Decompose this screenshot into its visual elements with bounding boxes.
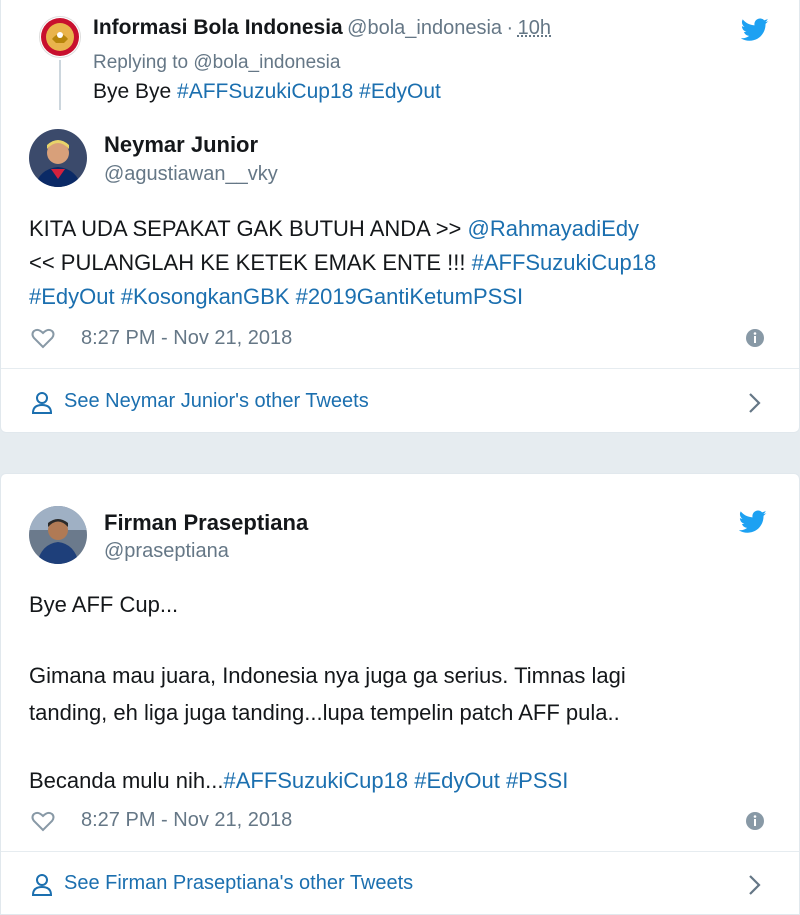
tweet-text: KITA UDA SEPAKAT GAK BUTUH ANDA >> @Rahm… (29, 212, 656, 314)
divider (1, 851, 799, 852)
mention-link[interactable]: @RahmayadiEdy (468, 216, 640, 241)
info-icon[interactable] (745, 328, 765, 348)
heart-icon[interactable] (31, 810, 55, 832)
tweet-line-1: KITA UDA SEPAKAT GAK BUTUH ANDA >> @Rahm… (29, 212, 656, 246)
tweet-line-2: << PULANGLAH KE KETEK EMAK ENTE !!! #AFF… (29, 246, 656, 280)
see-other-tweets-label: See Neymar Junior's other Tweets (64, 390, 369, 412)
person-icon (31, 873, 53, 897)
chevron-right-icon (747, 392, 761, 414)
heart-icon[interactable] (31, 327, 55, 349)
avatar-bola-indonesia[interactable] (39, 16, 81, 58)
author-handle[interactable]: @praseptiana (104, 540, 229, 563)
tweet-timestamp[interactable]: 8:27 PM - Nov 21, 2018 (81, 809, 292, 832)
tweet-card-2: Firman Praseptiana @praseptiana Bye AFF … (0, 473, 800, 915)
tweet-card-1: Informasi Bola Indonesia @bola_indonesia… (0, 0, 800, 433)
parent-hashtags[interactable]: #AFFSuzukiCup18 #EdyOut (177, 80, 441, 103)
tweet-line-3: #EdyOut #KosongkanGBK #2019GantiKetumPSS… (29, 280, 656, 314)
parent-author-handle[interactable]: @bola_indonesia (347, 17, 502, 39)
author-name[interactable]: Neymar Junior (104, 132, 258, 158)
avatar-firman-praseptiana[interactable] (29, 506, 87, 564)
tweet-timestamp[interactable]: 8:27 PM - Nov 21, 2018 (81, 327, 292, 350)
tweet-line-4: Becanda mulu nih...#AFFSuzukiCup18 #EdyO… (29, 764, 568, 798)
tweet-line-1-text: KITA UDA SEPAKAT GAK BUTUH ANDA >> (29, 216, 468, 241)
parent-author-name[interactable]: Informasi Bola Indonesia (93, 16, 343, 39)
tweet-line-4-text: Becanda mulu nih... (29, 768, 224, 793)
hashtags-link[interactable]: #EdyOut #KosongkanGBK #2019GantiKetumPSS… (29, 284, 523, 309)
parent-tweet-header: Informasi Bola Indonesia @bola_indonesia… (93, 16, 551, 40)
twitter-bird-icon[interactable] (740, 18, 771, 44)
parent-tweet-text: Bye Bye #AFFSuzukiCup18 #EdyOut (93, 80, 441, 104)
author-handle[interactable]: @agustiawan__vky (104, 163, 278, 186)
person-icon (31, 391, 53, 415)
see-other-tweets-link[interactable]: See Neymar Junior's other Tweets (31, 388, 771, 418)
divider (1, 368, 799, 369)
see-other-tweets-label: See Firman Praseptiana's other Tweets (64, 872, 414, 894)
dot-separator: · (506, 17, 514, 39)
author-name[interactable]: Firman Praseptiana (104, 510, 308, 536)
reply-thread-line (59, 60, 61, 110)
tweet-line-2: Gimana mau juara, Indonesia nya juga ga … (29, 663, 626, 688)
hashtag-link[interactable]: #AFFSuzukiCup18 (472, 250, 657, 275)
see-other-tweets-link[interactable]: See Firman Praseptiana's other Tweets (31, 870, 771, 900)
parent-tweet-time[interactable]: 10h (518, 17, 551, 39)
twitter-bird-icon[interactable] (738, 510, 769, 536)
avatar-neymar-junior[interactable] (29, 129, 87, 187)
parent-text-prefix: Bye Bye (93, 80, 178, 103)
tweet-line-2-text: << PULANGLAH KE KETEK EMAK ENTE !!! (29, 250, 472, 275)
replying-to[interactable]: Replying to @bola_indonesia (93, 52, 340, 74)
tweet-line-3: tanding, eh liga juga tanding...lupa tem… (29, 700, 620, 725)
tweet-line-1: Bye AFF Cup... (29, 592, 179, 617)
info-icon[interactable] (745, 811, 765, 831)
chevron-right-icon (747, 874, 761, 896)
hashtags-link[interactable]: #AFFSuzukiCup18 #EdyOut #PSSI (223, 768, 568, 793)
